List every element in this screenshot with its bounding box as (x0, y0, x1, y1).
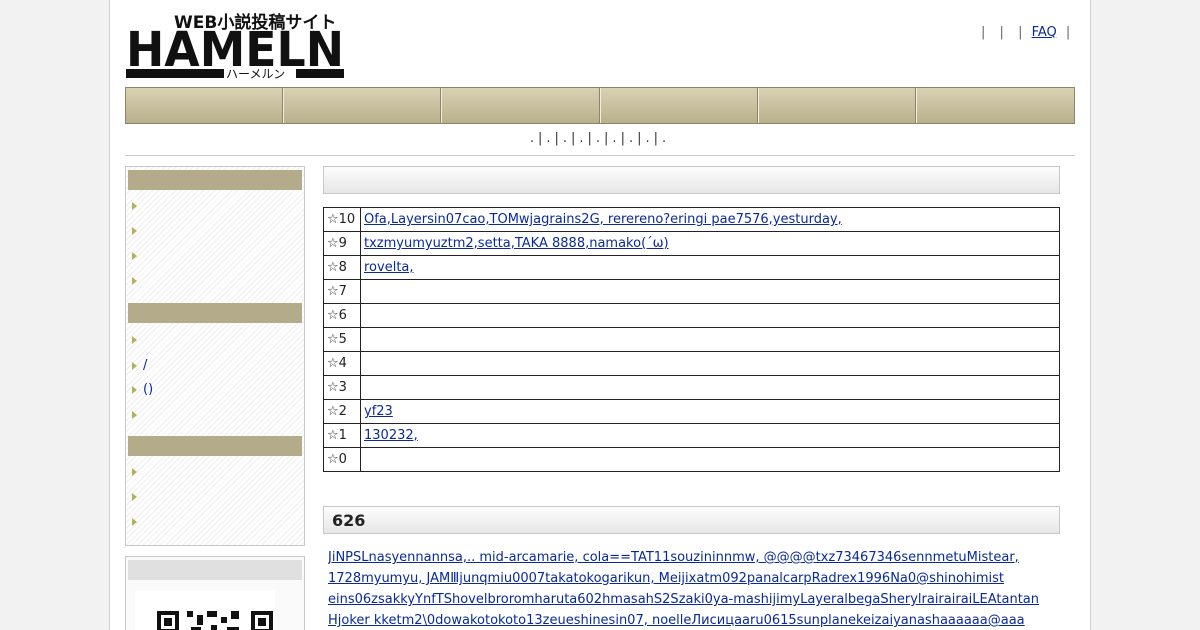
voter-names-cell (360, 351, 1060, 376)
logo-kana: ハーメルン (226, 67, 285, 81)
sidebar-item[interactable] (132, 464, 143, 480)
star-rating-cell: ☆7 (323, 279, 361, 304)
table-row: ☆0 (323, 447, 1060, 472)
link-separator: | (999, 25, 1004, 40)
voter-names-cell (360, 327, 1060, 352)
voter-list: JiNPSLnasyennannsa,.. mid-arcamarie, col… (328, 547, 1070, 630)
voter-names-cell (360, 375, 1060, 400)
voter-names-cell (360, 447, 1060, 472)
top-links: | | | FAQ | (976, 25, 1075, 40)
star-rating-cell: ☆6 (323, 303, 361, 328)
voter-link[interactable]: Ofa,Layersin07cao,TOMwjagrains2G, rerere… (364, 212, 842, 227)
voter-names-cell (360, 303, 1060, 328)
bullet-arrow-icon (132, 410, 137, 419)
table-row: ☆5 (323, 327, 1060, 352)
voter-link[interactable]: txzmyumyuztm2,setta,TAKA 8888,namako(´ω) (364, 236, 669, 251)
qr-panel-header (128, 560, 302, 580)
table-row: ☆2 yf23 (323, 399, 1060, 424)
link-separator: | (1065, 25, 1071, 40)
voter-names-cell: txzmyumyuztm2,setta,TAKA 8888,namako(´ω) (360, 231, 1060, 256)
star-rating-cell: ☆5 (323, 327, 361, 352)
sidebar-section-header (128, 170, 302, 190)
bullet-arrow-icon (132, 385, 137, 394)
sidebar-item[interactable] (132, 198, 143, 214)
voter-names-cell: rovelta, (360, 255, 1060, 280)
sidebar: / () (125, 166, 305, 546)
voter-names-cell: 130232, (360, 423, 1060, 448)
sidebar-item-label: () (143, 382, 154, 397)
voter-link[interactable]: yf23 (364, 404, 393, 419)
voter-link[interactable]: 130232, (364, 428, 418, 443)
sidebar-item[interactable] (132, 223, 143, 239)
table-row: ☆8 rovelta, (323, 255, 1060, 280)
voter-names-cell (360, 279, 1060, 304)
table-row: ☆7 (323, 279, 1060, 304)
table-row: ☆4 (323, 351, 1060, 376)
star-rating-cell: ☆8 (323, 255, 361, 280)
table-row: ☆1 130232, (323, 423, 1060, 448)
main-nav (125, 87, 1075, 124)
nav-tab[interactable] (601, 88, 759, 123)
faq-link[interactable]: FAQ (1032, 25, 1057, 40)
star-rating-cell: ☆2 (323, 399, 361, 424)
sidebar-item[interactable] (132, 514, 143, 530)
nav-tab[interactable] (917, 88, 1074, 123)
sidebar-item[interactable] (132, 407, 143, 423)
bullet-arrow-icon (132, 467, 137, 476)
voter-line[interactable]: eins06zsakkyYnfTShovelbroromharuta602hma… (328, 589, 1070, 610)
bullet-arrow-icon (132, 276, 137, 285)
table-row: ☆9 txzmyumyuztm2,setta,TAKA 8888,namako(´… (323, 231, 1060, 256)
site-logo[interactable]: WEB小説投稿サイト HAMELN ハーメルン (126, 10, 346, 81)
page-container: WEB小説投稿サイト HAMELN ハーメルン | | | FAQ | .|.|… (109, 0, 1091, 630)
table-row: ☆3 (323, 375, 1060, 400)
voter-names-cell: yf23 (360, 399, 1060, 424)
star-rating-cell: ☆1 (323, 423, 361, 448)
nav-tab[interactable] (759, 88, 917, 123)
bullet-arrow-icon (132, 492, 137, 501)
star-rating-cell: ☆3 (323, 375, 361, 400)
sidebar-item[interactable]: () (132, 382, 153, 398)
voter-line[interactable]: 1728myumyu, JAMⅢjunqmiu0007takatokogarik… (328, 568, 1070, 589)
voter-link[interactable]: rovelta, (364, 260, 414, 275)
bullet-arrow-icon (132, 226, 137, 235)
voter-count-header: 626 (323, 506, 1060, 534)
star-rating-cell: ☆10 (323, 207, 361, 232)
rating-table: ☆10 Ofa,Layersin07cao,TOMwjagrains2G, rer… (323, 207, 1060, 472)
star-rating-cell: ☆4 (323, 351, 361, 376)
bullet-arrow-icon (132, 517, 137, 526)
sub-nav[interactable]: .|.|.|.|.|.|.|.|. (125, 131, 1075, 146)
sidebar-item-label: / (143, 358, 148, 373)
table-row: ☆10 Ofa,Layersin07cao,TOMwjagrains2G, rer… (323, 207, 1060, 232)
nav-tab[interactable] (442, 88, 601, 123)
nav-tab[interactable] (284, 88, 443, 123)
divider (125, 155, 1075, 156)
voter-line[interactable]: JiNPSLnasyennannsa,.. mid-arcamarie, col… (328, 547, 1070, 568)
link-separator: | (1018, 25, 1023, 40)
voter-line[interactable]: Hjoker kketm2\0dowakotokoto13zeueshinesi… (328, 610, 1070, 630)
voter-count: 626 (332, 511, 366, 530)
bullet-arrow-icon (132, 201, 137, 210)
sidebar-item[interactable] (132, 332, 143, 348)
nav-tab[interactable] (126, 88, 285, 123)
sidebar-item[interactable] (132, 248, 143, 264)
bullet-arrow-icon (132, 361, 137, 370)
bullet-arrow-icon (132, 251, 137, 260)
sidebar-section-header (128, 303, 302, 323)
voter-names-cell: Ofa,Layersin07cao,TOMwjagrains2G, rerere… (360, 207, 1060, 232)
sidebar-item[interactable] (132, 273, 143, 289)
star-rating-cell: ☆9 (323, 231, 361, 256)
table-row: ☆6 (323, 303, 1060, 328)
star-rating-cell: ☆0 (323, 447, 361, 472)
qr-code-panel (125, 556, 305, 630)
bullet-arrow-icon (132, 335, 137, 344)
rating-section-header (323, 166, 1060, 194)
sidebar-item[interactable] (132, 489, 143, 505)
sidebar-item[interactable]: / (132, 358, 147, 374)
qr-code-image (135, 591, 275, 630)
sidebar-section-header (128, 436, 302, 456)
link-separator: | (981, 25, 986, 40)
